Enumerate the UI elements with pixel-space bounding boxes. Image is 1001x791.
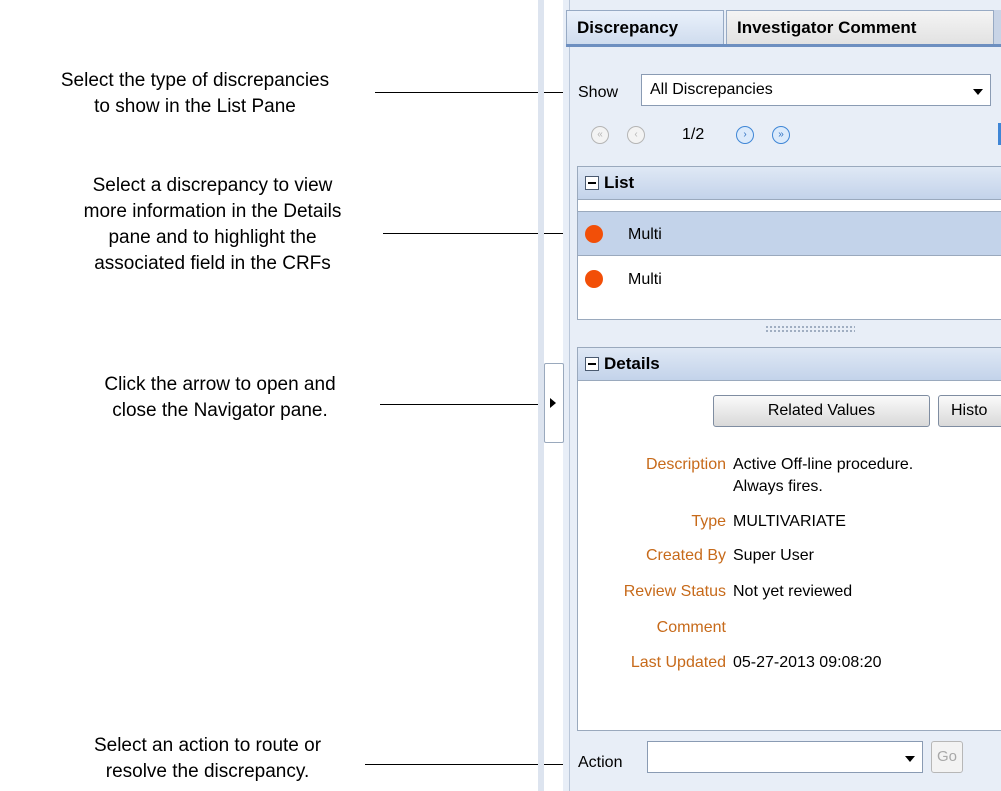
- callout-line: to show in the List Pane: [94, 96, 296, 117]
- callout-line: Select a discrepancy to view: [92, 175, 333, 196]
- list-item-label: Multi: [628, 271, 662, 288]
- status-dot-icon: [585, 225, 603, 243]
- field-value-created-by: Super User: [733, 547, 814, 564]
- field-label-type: Type: [691, 513, 726, 530]
- callout-action: Select an action to route or resolve the…: [40, 733, 375, 785]
- minus-box-icon[interactable]: [585, 357, 599, 371]
- tab-overflow-edge: [994, 10, 1001, 44]
- chevron-down-icon: [905, 756, 915, 762]
- description-line: Active Off-line procedure.: [733, 456, 914, 473]
- pane-resize-handle[interactable]: [765, 325, 855, 332]
- show-filter-select[interactable]: All Discrepancies: [641, 74, 991, 106]
- field-value-review-status: Not yet reviewed: [733, 583, 853, 600]
- action-select[interactable]: [647, 741, 923, 773]
- field-label-comment: Comment: [656, 619, 726, 636]
- minus-box-icon[interactable]: [585, 176, 599, 190]
- status-dot-icon: [585, 270, 603, 288]
- tab-underline: [566, 44, 1001, 47]
- last-page-icon[interactable]: »: [772, 126, 790, 144]
- list-item[interactable]: Multi: [578, 257, 1001, 302]
- leader-line-list: [383, 233, 578, 234]
- list-item[interactable]: Multi: [578, 211, 1001, 256]
- callout-show-filter: Select the type of discrepancies to show…: [0, 68, 390, 120]
- field-label-last-updated: Last Updated: [630, 654, 726, 671]
- callout-list: Select a discrepancy to view more inform…: [30, 173, 395, 277]
- navigator-toggle-button[interactable]: [544, 363, 564, 443]
- list-header[interactable]: List: [578, 167, 1001, 200]
- show-label: Show: [578, 84, 619, 101]
- callout-navigator: Click the arrow to open and close the Na…: [50, 372, 390, 424]
- list-item-label: Multi: [628, 226, 662, 243]
- list-pane: List Multi Multi: [577, 166, 1001, 320]
- page-indicator: 1/2: [682, 126, 705, 143]
- callout-line: associated field in the CRFs: [94, 253, 331, 274]
- leader-line-action: [365, 764, 578, 765]
- field-value-last-updated: 05-27-2013 09:08:20: [733, 654, 882, 671]
- field-label-created-by: Created By: [645, 547, 726, 564]
- go-button[interactable]: Go: [931, 741, 963, 773]
- field-value-type: MULTIVARIATE: [733, 513, 846, 530]
- list-title: List: [604, 173, 635, 192]
- tab-discrepancy[interactable]: Discrepancy: [566, 10, 724, 44]
- callout-line: Select an action to route or: [93, 735, 322, 756]
- callout-line: Select the type of discrepancies: [60, 70, 330, 91]
- field-value-description: Active Off-line procedure. Always fires.: [733, 454, 913, 498]
- panel-border: [569, 0, 570, 791]
- field-label-description: Description: [645, 456, 726, 473]
- next-page-icon[interactable]: ›: [736, 126, 754, 144]
- history-button[interactable]: Histo: [938, 395, 1001, 427]
- chevron-down-icon: [973, 89, 983, 95]
- details-title: Details: [604, 354, 660, 373]
- callout-line: Click the arrow to open and: [104, 374, 336, 395]
- callout-line: resolve the discrepancy.: [105, 761, 310, 782]
- show-filter-value: All Discrepancies: [650, 81, 773, 98]
- callout-line: more information in the Details: [83, 201, 342, 222]
- previous-page-icon[interactable]: ‹: [627, 126, 645, 144]
- tab-investigator-comment[interactable]: Investigator Comment: [726, 10, 994, 44]
- first-page-icon[interactable]: «: [591, 126, 609, 144]
- action-label: Action: [578, 754, 623, 771]
- callout-line: close the Navigator pane.: [112, 400, 328, 421]
- description-line: Always fires.: [733, 478, 823, 495]
- leader-line-navigator: [380, 404, 546, 405]
- details-header[interactable]: Details: [578, 348, 1001, 381]
- leader-line-show: [375, 92, 578, 93]
- callout-line: pane and to highlight the: [108, 227, 317, 248]
- field-label-review-status: Review Status: [623, 583, 726, 600]
- related-values-button[interactable]: Related Values: [713, 395, 930, 427]
- right-arrow-icon: [550, 398, 556, 408]
